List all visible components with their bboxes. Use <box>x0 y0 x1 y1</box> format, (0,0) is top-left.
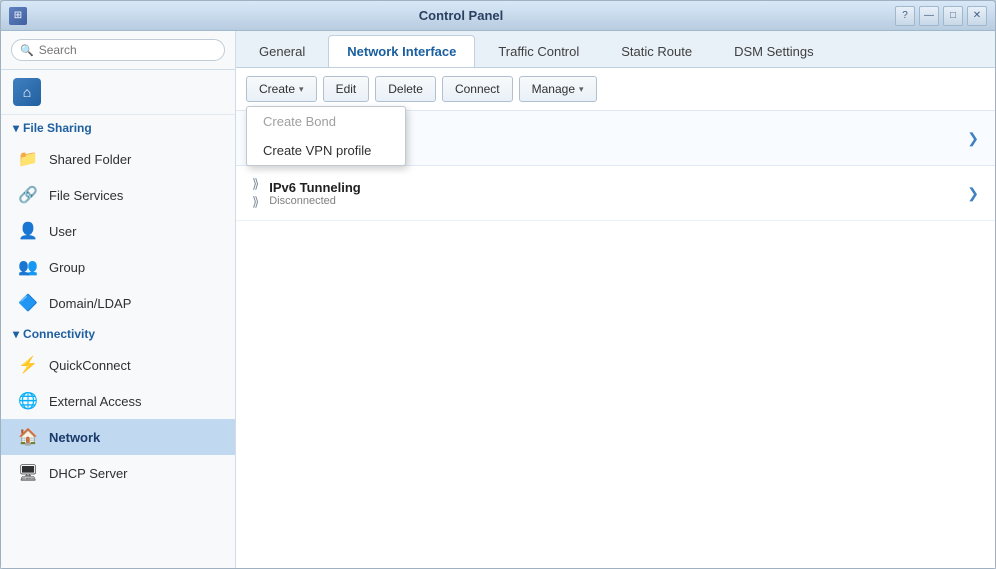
create-bond-item[interactable]: Create Bond <box>247 107 405 136</box>
search-icon: 🔍 <box>20 44 34 57</box>
file-services-icon: 🔗 <box>17 184 39 206</box>
sidebar-item-user[interactable]: 👤 User <box>1 213 235 249</box>
quickconnect-icon: ⚡ <box>17 354 39 376</box>
sidebar-item-shared-folder[interactable]: 📁 Shared Folder <box>1 141 235 177</box>
app-icon: ⊞ <box>9 7 27 25</box>
help-button[interactable]: ? <box>895 6 915 26</box>
sidebar-item-network-label: Network <box>49 430 100 445</box>
ipv6-expand-button[interactable]: ❯ <box>967 185 979 202</box>
sidebar-item-user-label: User <box>49 224 76 239</box>
tab-bar: General Network Interface Traffic Contro… <box>236 31 995 68</box>
tab-network-interface[interactable]: Network Interface <box>328 35 475 67</box>
network-icon: 🏠 <box>17 426 39 448</box>
tab-dsm-settings[interactable]: DSM Settings <box>715 35 832 67</box>
connect-button-label: Connect <box>455 82 500 96</box>
main-area: 🔍 ⌂ ▾ File Sharing 📁 Shared Folder 🔗 Fil… <box>1 31 995 568</box>
tab-static-route[interactable]: Static Route <box>602 35 711 67</box>
group-icon: 👥 <box>17 256 39 278</box>
maximize-button[interactable]: □ <box>943 6 963 26</box>
shared-folder-icon: 📁 <box>17 148 39 170</box>
create-button-label: Create <box>259 82 295 96</box>
search-area: 🔍 <box>1 31 235 70</box>
sidebar-item-quickconnect-label: QuickConnect <box>49 358 131 373</box>
tab-traffic-control[interactable]: Traffic Control <box>479 35 598 67</box>
create-button[interactable]: Create ▾ <box>246 76 317 102</box>
sidebar-item-external-access[interactable]: 🌐 External Access <box>1 383 235 419</box>
search-box[interactable]: 🔍 <box>11 39 225 61</box>
domain-ldap-icon: 🔷 <box>17 292 39 314</box>
title-bar-left: ⊞ <box>9 7 27 25</box>
ipv6-arrows-icon: ⟫ ⟫ <box>252 176 259 210</box>
network-list: ⟫ ⟫ PPPoE Disconnected ❯ ⟫ ⟫ <box>236 111 995 568</box>
create-vpn-item[interactable]: Create VPN profile <box>247 136 405 165</box>
title-bar-controls: ? — □ ✕ <box>895 6 987 26</box>
main-window: ⊞ Control Panel ? — □ ✕ 🔍 ⌂ <box>0 0 996 569</box>
pppoe-expand-button[interactable]: ❯ <box>967 130 979 147</box>
title-bar: ⊞ Control Panel ? — □ ✕ <box>1 1 995 31</box>
minimize-button[interactable]: — <box>919 6 939 26</box>
ipv6-name: IPv6 Tunneling <box>269 180 957 195</box>
sidebar-item-shared-folder-label: Shared Folder <box>49 152 131 167</box>
sidebar-item-dhcp-server[interactable]: 🖥 DHCP Server <box>1 455 235 491</box>
create-dropdown-arrow: ▾ <box>299 84 304 95</box>
section-file-sharing[interactable]: ▾ File Sharing <box>1 115 235 141</box>
sidebar-item-domain-ldap[interactable]: 🔷 Domain/LDAP <box>1 285 235 321</box>
ipv6-status: Disconnected <box>269 195 957 207</box>
sidebar-home[interactable]: ⌂ <box>1 70 235 115</box>
user-icon: 👤 <box>17 220 39 242</box>
dhcp-server-icon: 🖥 <box>17 462 39 484</box>
chevron-down-icon-connectivity: ▾ <box>13 327 19 341</box>
connect-button[interactable]: Connect <box>442 76 513 102</box>
toolbar: Create ▾ Edit Delete Connect Manage ▾ <box>236 68 995 111</box>
section-file-sharing-label: File Sharing <box>23 121 92 135</box>
manage-button[interactable]: Manage ▾ <box>519 76 597 102</box>
chevron-down-icon: ▾ <box>13 121 19 135</box>
manage-button-label: Manage <box>532 82 575 96</box>
content-area: General Network Interface Traffic Contro… <box>236 31 995 568</box>
home-icon: ⌂ <box>13 78 41 106</box>
sidebar-item-network[interactable]: 🏠 Network <box>1 419 235 455</box>
sidebar-item-file-services[interactable]: 🔗 File Services <box>1 177 235 213</box>
sidebar-item-external-access-label: External Access <box>49 394 142 409</box>
sidebar-item-group-label: Group <box>49 260 85 275</box>
sidebar-item-domain-ldap-label: Domain/LDAP <box>49 296 131 311</box>
sidebar-item-group[interactable]: 👥 Group <box>1 249 235 285</box>
delete-button[interactable]: Delete <box>375 76 436 102</box>
network-item-ipv6[interactable]: ⟫ ⟫ IPv6 Tunneling Disconnected ❯ <box>236 166 995 221</box>
tab-general[interactable]: General <box>240 35 324 67</box>
manage-dropdown-arrow: ▾ <box>579 84 584 95</box>
ipv6-info: IPv6 Tunneling Disconnected <box>269 180 957 207</box>
window-title: Control Panel <box>27 8 895 23</box>
section-connectivity-label: Connectivity <box>23 327 95 341</box>
delete-button-label: Delete <box>388 82 423 96</box>
section-connectivity[interactable]: ▾ Connectivity <box>1 321 235 347</box>
external-access-icon: 🌐 <box>17 390 39 412</box>
edit-button-label: Edit <box>336 82 357 96</box>
edit-button[interactable]: Edit <box>323 76 370 102</box>
sidebar-item-file-services-label: File Services <box>49 188 123 203</box>
sidebar-item-quickconnect[interactable]: ⚡ QuickConnect <box>1 347 235 383</box>
sidebar-item-dhcp-server-label: DHCP Server <box>49 466 128 481</box>
create-dropdown-menu: Create Bond Create VPN profile <box>246 106 406 166</box>
search-input[interactable] <box>39 43 216 57</box>
sidebar: 🔍 ⌂ ▾ File Sharing 📁 Shared Folder 🔗 Fil… <box>1 31 236 568</box>
close-button[interactable]: ✕ <box>967 6 987 26</box>
